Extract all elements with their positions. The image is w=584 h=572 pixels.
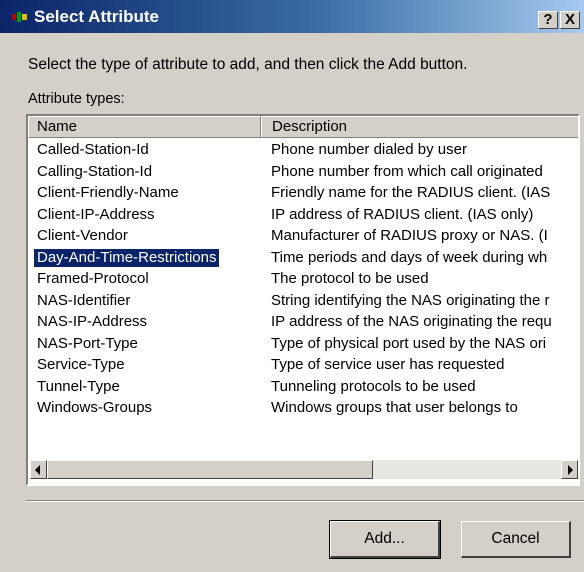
attribute-name: NAS-Port-Type (37, 334, 138, 352)
scrollbar-thumb[interactable] (47, 460, 373, 479)
scroll-right-button[interactable] (561, 460, 578, 479)
attribute-description: String identifying the NAS originating t… (271, 291, 550, 309)
attribute-description: Tunneling protocols to be used (271, 377, 476, 395)
attribute-name: Day-And-Time-Restrictions (32, 247, 221, 268)
arrow-right-icon (568, 465, 573, 475)
list-item[interactable]: Tunnel-Type Tunneling protocols to be use… (28, 376, 578, 398)
attribute-name: Windows-Groups (37, 399, 153, 416)
attribute-name: Called-Station-Id (37, 141, 149, 158)
attribute-description: Type of service user has requested (271, 356, 505, 373)
attribute-description: Manufacturer of RADIUS proxy or NAS. (I (271, 227, 548, 244)
list-item[interactable]: Client-Vendor Manufacturer of RADIUS prox… (28, 225, 578, 247)
column-header-name[interactable]: Name (28, 116, 261, 138)
close-button[interactable]: X (560, 11, 580, 29)
add-button[interactable]: Add... (329, 520, 441, 559)
list-item[interactable]: NAS-Port-Type Type of physical port used … (28, 333, 578, 355)
help-button[interactable]: ? (538, 11, 558, 29)
list-header: Name Description (28, 116, 578, 138)
attribute-name: Tunnel-Type (37, 377, 120, 395)
instruction-text: Select the type of attribute to add, and… (28, 56, 468, 73)
list-item[interactable]: Framed-Protocol The protocol to be used (28, 268, 578, 290)
attribute-description: IP address of the NAS originating the re… (271, 313, 552, 330)
list-item[interactable]: Calling-Station-Id Phone number from whic… (28, 161, 578, 183)
attribute-icon (12, 12, 27, 22)
attribute-description: Windows groups that user belongs to (271, 399, 518, 416)
attribute-name: Client-Vendor (37, 227, 128, 244)
attribute-description: Phone number dialed by user (271, 141, 467, 158)
column-header-description[interactable]: Description (261, 116, 578, 138)
list-item[interactable]: Day-And-Time-Restrictions Time periods an… (28, 247, 578, 269)
arrow-left-icon (35, 465, 40, 475)
attribute-description: Friendly name for the RADIUS client. (IA… (271, 184, 551, 201)
cancel-button[interactable]: Cancel (461, 521, 571, 558)
attribute-name: Calling-Station-Id (37, 162, 153, 180)
attribute-name: NAS-IP-Address (37, 313, 148, 330)
separator (26, 500, 584, 502)
attribute-name: Client-IP-Address (37, 205, 155, 223)
attribute-name: NAS-Identifier (37, 291, 131, 309)
attribute-description: The protocol to be used (271, 270, 429, 287)
attribute-description: Time periods and days of week during wh (271, 248, 548, 266)
attribute-name: Service-Type (37, 356, 125, 373)
list-item[interactable]: Client-IP-Address IP address of RADIUS cl… (28, 204, 578, 226)
list-item[interactable]: Service-Type Type of service user has req… (28, 354, 578, 376)
list-item[interactable]: Windows-Groups Windows groups that user b… (28, 397, 578, 419)
list-item[interactable]: Client-Friendly-Name Friendly name for th… (28, 182, 578, 204)
scroll-left-button[interactable] (30, 460, 47, 479)
attribute-description: Type of physical port used by the NAS or… (271, 334, 547, 352)
dialog-title: Select Attribute (34, 7, 160, 26)
list-item[interactable]: NAS-IP-Address IP address of the NAS orig… (28, 311, 578, 333)
attribute-description: Phone number from which call originated (271, 162, 543, 180)
attribute-list[interactable]: Name Description Called-Station-Id Phone … (26, 114, 580, 486)
list-item[interactable]: Called-Station-Id Phone number dialed by … (28, 139, 578, 161)
horizontal-scrollbar[interactable] (30, 460, 578, 479)
attribute-types-label: Attribute types: (28, 91, 125, 107)
attribute-name: Framed-Protocol (37, 270, 149, 287)
attribute-name: Client-Friendly-Name (37, 184, 179, 201)
list-rows: Called-Station-Id Phone number dialed by … (28, 139, 578, 419)
list-item[interactable]: NAS-Identifier String identifying the NAS… (28, 290, 578, 312)
title-bar[interactable]: Select Attribute ? X (0, 0, 584, 33)
attribute-description: IP address of RADIUS client. (IAS only) (271, 205, 534, 223)
